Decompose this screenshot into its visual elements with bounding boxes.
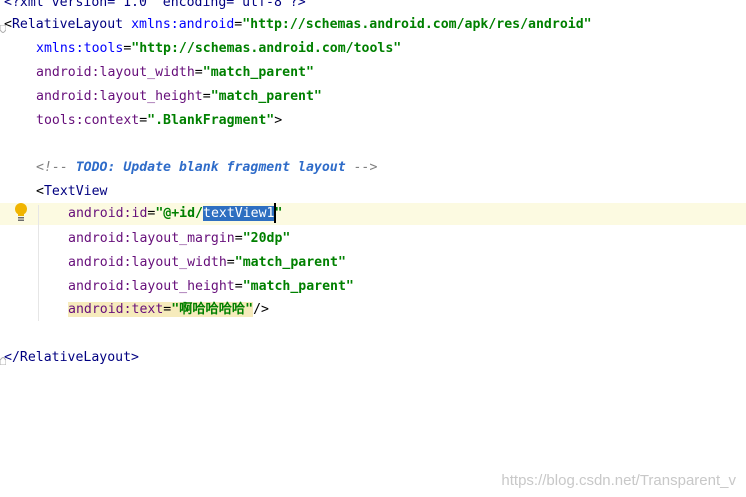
attr-value: "http://schemas.android.com/apk/res/andr… bbox=[242, 17, 592, 32]
fold-marker-icon[interactable] bbox=[0, 22, 7, 34]
attr-value: "http://schemas.android.com/tools" bbox=[131, 41, 402, 56]
attr-name: android:layout_height bbox=[36, 89, 203, 104]
tag-close: > bbox=[274, 113, 283, 128]
tag-bracket: < bbox=[36, 184, 44, 199]
code-line-5: android:layout_height="match_parent" bbox=[0, 86, 746, 108]
attribute: android:layout_margin="20dp" bbox=[68, 228, 290, 250]
attribute: android:layout_height="match_parent" bbox=[36, 86, 322, 108]
attr-name: android:layout_height bbox=[68, 279, 235, 294]
code-line-11: android:layout_width="match_parent" bbox=[0, 252, 746, 274]
code-line-6: tools:context=".BlankFragment"> bbox=[0, 110, 746, 132]
todo-comment: <!-- TODO: Update blank fragment layout … bbox=[36, 157, 377, 179]
attr-value: "20dp" bbox=[242, 231, 291, 246]
code-line-12: android:layout_height="match_parent" bbox=[0, 276, 746, 298]
attr-value: "match_parent" bbox=[234, 255, 346, 270]
tag-name: RelativeLayout bbox=[11, 17, 124, 32]
fold-marker-icon[interactable] bbox=[0, 354, 7, 366]
attr-value: ".BlankFragment" bbox=[147, 113, 275, 128]
attr-value: "match_parent" bbox=[242, 279, 354, 294]
lightbulb-icon[interactable] bbox=[13, 202, 29, 222]
attribute: android:layout_height="match_parent" bbox=[68, 276, 354, 298]
watermark: https://blog.csdn.net/Transparent_v bbox=[501, 472, 736, 489]
attr-equals: = bbox=[202, 89, 211, 104]
code-line-14: </RelativeLayout> bbox=[0, 347, 746, 369]
attribute: android:id="@+id/textView1" bbox=[68, 203, 282, 225]
attr-equals: = bbox=[194, 65, 203, 80]
code-line-9-current: android:id="@+id/textView1" bbox=[0, 203, 746, 225]
text-caret bbox=[274, 203, 276, 223]
attribute: android:layout_width="match_parent" bbox=[36, 62, 314, 84]
attr-name: android:layout_margin bbox=[68, 231, 235, 246]
code-line-13: android:text="啊哈哈哈哈"/> bbox=[0, 299, 746, 321]
code-line-4: android:layout_width="match_parent" bbox=[0, 62, 746, 84]
attr-equals: = bbox=[234, 231, 243, 246]
relativelayout-close-tag: </RelativeLayout> bbox=[4, 350, 139, 365]
attr-name: tools:context bbox=[36, 113, 140, 128]
attr-value: "啊哈哈哈哈" bbox=[171, 302, 254, 317]
attr-equals: = bbox=[139, 113, 148, 128]
comment-close: --> bbox=[345, 160, 378, 175]
todo-text: TODO: Update blank fragment layout bbox=[75, 160, 346, 175]
attr-name: android:layout_width bbox=[36, 65, 195, 80]
textview-open-tag: <TextView bbox=[36, 181, 107, 203]
code-line-3: xmlns:tools="http://schemas.android.com/… bbox=[0, 38, 746, 60]
attr-name: android:id bbox=[68, 206, 148, 221]
code-line-8: <TextView bbox=[0, 181, 746, 203]
attribute: android:layout_width="match_parent" bbox=[68, 252, 346, 274]
tag-name: TextView bbox=[43, 184, 108, 199]
code-line-10: android:layout_margin="20dp" bbox=[0, 228, 746, 250]
comment-open: <!-- bbox=[36, 160, 76, 175]
xml-declaration: <?xml version="1.0" encoding="utf-8"?> bbox=[4, 0, 306, 10]
attribute: android:text="啊哈哈哈哈"/> bbox=[68, 299, 269, 321]
indent-guide bbox=[38, 205, 39, 321]
attribute: tools:context=".BlankFragment"> bbox=[36, 110, 282, 132]
attr-value: "match_parent" bbox=[210, 89, 322, 104]
attr-name: xmlns:android bbox=[131, 17, 235, 32]
attribute: xmlns:tools="http://schemas.android.com/… bbox=[36, 38, 401, 60]
code-line-1: <?xml version="1.0" encoding="utf-8"?> bbox=[0, 0, 746, 14]
attr-name: android:layout_width bbox=[68, 255, 227, 270]
attr-name: android:text bbox=[68, 302, 164, 317]
code-editor[interactable]: <?xml version="1.0" encoding="utf-8"?> <… bbox=[0, 0, 746, 497]
code-line-7: <!-- TODO: Update blank fragment layout … bbox=[0, 157, 746, 179]
attr-equals: = bbox=[226, 255, 235, 270]
attr-equals: = bbox=[234, 279, 243, 294]
relativelayout-open-tag: <RelativeLayout xmlns:android="http://sc… bbox=[4, 14, 592, 36]
attr-value: "match_parent" bbox=[202, 65, 314, 80]
tag-self-close: /> bbox=[253, 302, 269, 317]
attr-value-prefix: "@+id/ bbox=[155, 206, 203, 221]
selected-text[interactable]: textView1 bbox=[203, 206, 275, 221]
attr-name: xmlns:tools bbox=[36, 41, 124, 56]
code-line-2: <RelativeLayout xmlns:android="http://sc… bbox=[0, 14, 746, 36]
